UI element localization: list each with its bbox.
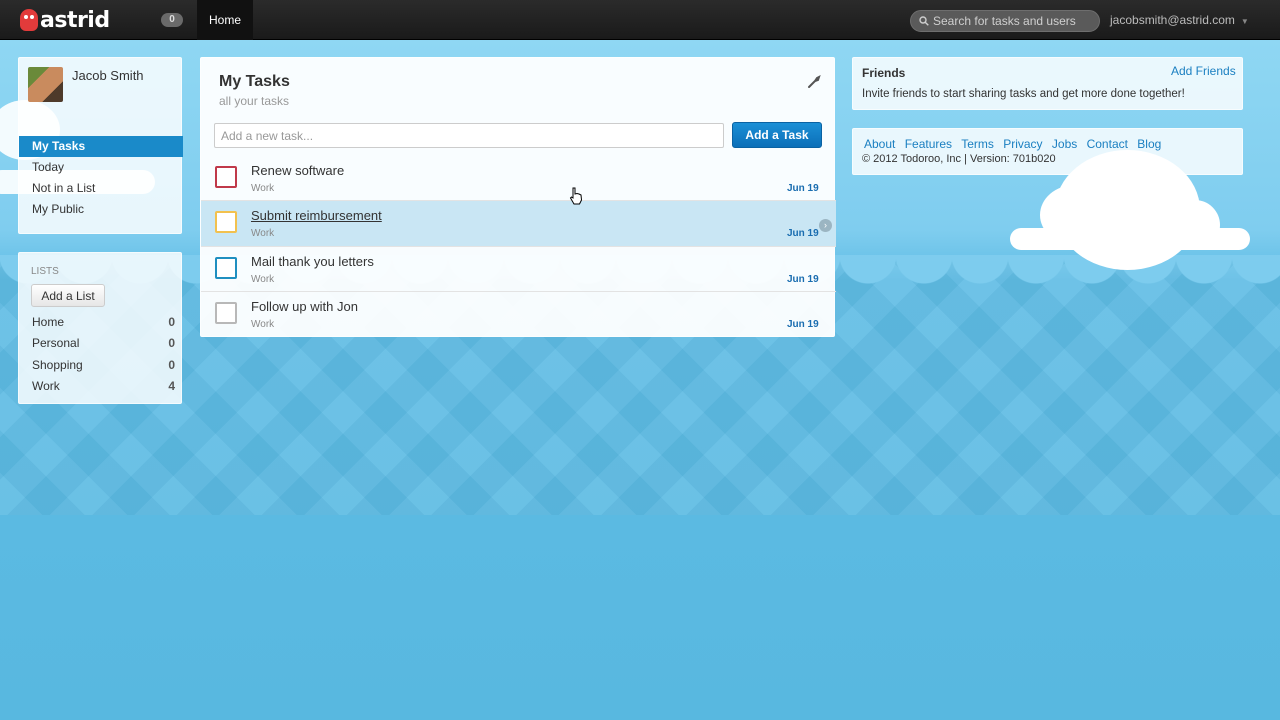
task-due-date: Jun 19 — [787, 273, 819, 285]
task-list-name: Work — [251, 228, 275, 240]
octopus-icon — [20, 9, 38, 31]
footer-link-features[interactable]: Features — [905, 137, 952, 151]
search-icon — [919, 16, 929, 26]
task-due-date: Jun 19 — [787, 318, 819, 330]
list-item-name: Shopping — [32, 357, 83, 372]
task-list-name: Work — [251, 273, 275, 285]
lists-panel: LISTS Add a List Home 0 Personal 0 Shopp… — [18, 252, 182, 404]
friends-panel: Friends Add Friends Invite friends to st… — [852, 57, 1243, 110]
add-friends-link[interactable]: Add Friends — [1171, 64, 1236, 78]
friends-heading: Friends — [862, 66, 906, 80]
footer-copyright: © 2012 Todoroo, Inc | Version: 701b020 — [862, 153, 1056, 165]
lists-list: Home 0 Personal 0 Shopping 0 Work 4 — [32, 312, 175, 397]
footer-panel: About Features Terms Privacy Jobs Contac… — [852, 128, 1243, 175]
footer-link-privacy[interactable]: Privacy — [1003, 137, 1042, 151]
task-list-name: Work — [251, 318, 275, 330]
search-placeholder: Search for tasks and users — [933, 14, 1076, 28]
profile-panel: Jacob Smith My Tasks Today Not in a List… — [18, 57, 183, 234]
sidebar-nav: My Tasks Today Not in a List My Public — [19, 136, 183, 220]
task-title[interactable]: Mail thank you letters — [251, 254, 374, 269]
task-due-date: Jun 19 — [787, 228, 819, 240]
hand-cursor-icon — [569, 187, 583, 205]
wrench-icon[interactable] — [807, 75, 821, 89]
task-title[interactable]: Submit reimbursement — [251, 208, 382, 223]
top-navbar: astrid 0 Home Search for tasks and users… — [0, 0, 1280, 40]
list-item[interactable]: Personal 0 — [32, 333, 175, 354]
footer-link-jobs[interactable]: Jobs — [1052, 137, 1077, 151]
list-item-count: 4 — [168, 378, 175, 393]
task-row[interactable]: Renew software Work Jun 19 — [201, 156, 836, 202]
chevron-right-icon[interactable]: › — [819, 219, 832, 233]
list-item-count: 0 — [168, 315, 175, 329]
task-checkbox[interactable] — [215, 301, 237, 324]
cloud-right-base — [1010, 228, 1250, 250]
list-item-name: Home — [32, 315, 65, 329]
task-row[interactable]: Submit reimbursement Work Jun 19 › — [201, 201, 836, 247]
list-item-name: Work — [32, 378, 60, 393]
user-email: jacobsmith@astrid.com — [1110, 13, 1235, 27]
footer-link-blog[interactable]: Blog — [1137, 137, 1161, 151]
page-title: My Tasks — [219, 73, 290, 90]
add-task-button[interactable]: Add a Task — [732, 122, 822, 148]
notification-badge[interactable]: 0 — [161, 13, 183, 27]
friends-invite-text: Invite friends to start sharing tasks an… — [862, 88, 1185, 100]
avatar[interactable] — [28, 67, 63, 102]
chevron-down-icon: ▼ — [1240, 17, 1249, 26]
tasks-panel: My Tasks all your tasks Add a Task Renew… — [200, 57, 836, 337]
task-title[interactable]: Renew software — [251, 163, 344, 178]
sidebar-item-my-public[interactable]: My Public — [19, 199, 183, 220]
task-list-name: Work — [251, 183, 275, 194]
sidebar-item-my-tasks[interactable]: My Tasks — [19, 136, 183, 157]
footer-link-contact[interactable]: Contact — [1087, 137, 1128, 151]
nav-home-link[interactable]: Home — [197, 0, 254, 40]
task-row[interactable]: Mail thank you letters Work Jun 19 — [201, 247, 836, 292]
sidebar-item-today[interactable]: Today — [19, 157, 183, 178]
task-list: Renew software Work Jun 19 Submit reimbu… — [201, 156, 836, 337]
task-checkbox[interactable] — [215, 211, 237, 234]
task-title[interactable]: Follow up with Jon — [251, 299, 358, 314]
footer-links: About Features Terms Privacy Jobs Contac… — [864, 137, 1167, 151]
task-checkbox[interactable] — [215, 256, 237, 279]
add-list-button[interactable]: Add a List — [31, 284, 105, 307]
list-item[interactable]: Work 4 — [32, 376, 175, 397]
astrid-logo[interactable]: astrid — [20, 6, 110, 34]
sidebar-item-not-in-a-list[interactable]: Not in a List — [19, 178, 183, 199]
task-due-date: Jun 19 — [787, 183, 819, 194]
task-checkbox[interactable] — [215, 166, 237, 188]
list-item-name: Personal — [32, 336, 80, 351]
task-row[interactable]: Follow up with Jon Work Jun 19 — [201, 292, 836, 337]
lists-heading: LISTS — [31, 266, 59, 277]
list-item[interactable]: Shopping 0 — [32, 355, 175, 376]
logo-text: astrid — [40, 7, 110, 33]
list-item-count: 0 — [168, 357, 175, 372]
search-input[interactable]: Search for tasks and users — [910, 10, 1100, 32]
page-subtitle: all your tasks — [219, 94, 290, 108]
profile-name[interactable]: Jacob Smith — [72, 68, 144, 83]
user-menu[interactable]: jacobsmith@astrid.com ▼ — [1110, 0, 1249, 40]
list-item[interactable]: Home 0 — [32, 312, 175, 333]
list-item-count: 0 — [168, 336, 175, 351]
footer-link-terms[interactable]: Terms — [961, 137, 994, 151]
footer-link-about[interactable]: About — [864, 137, 895, 151]
new-task-input[interactable] — [214, 123, 724, 148]
